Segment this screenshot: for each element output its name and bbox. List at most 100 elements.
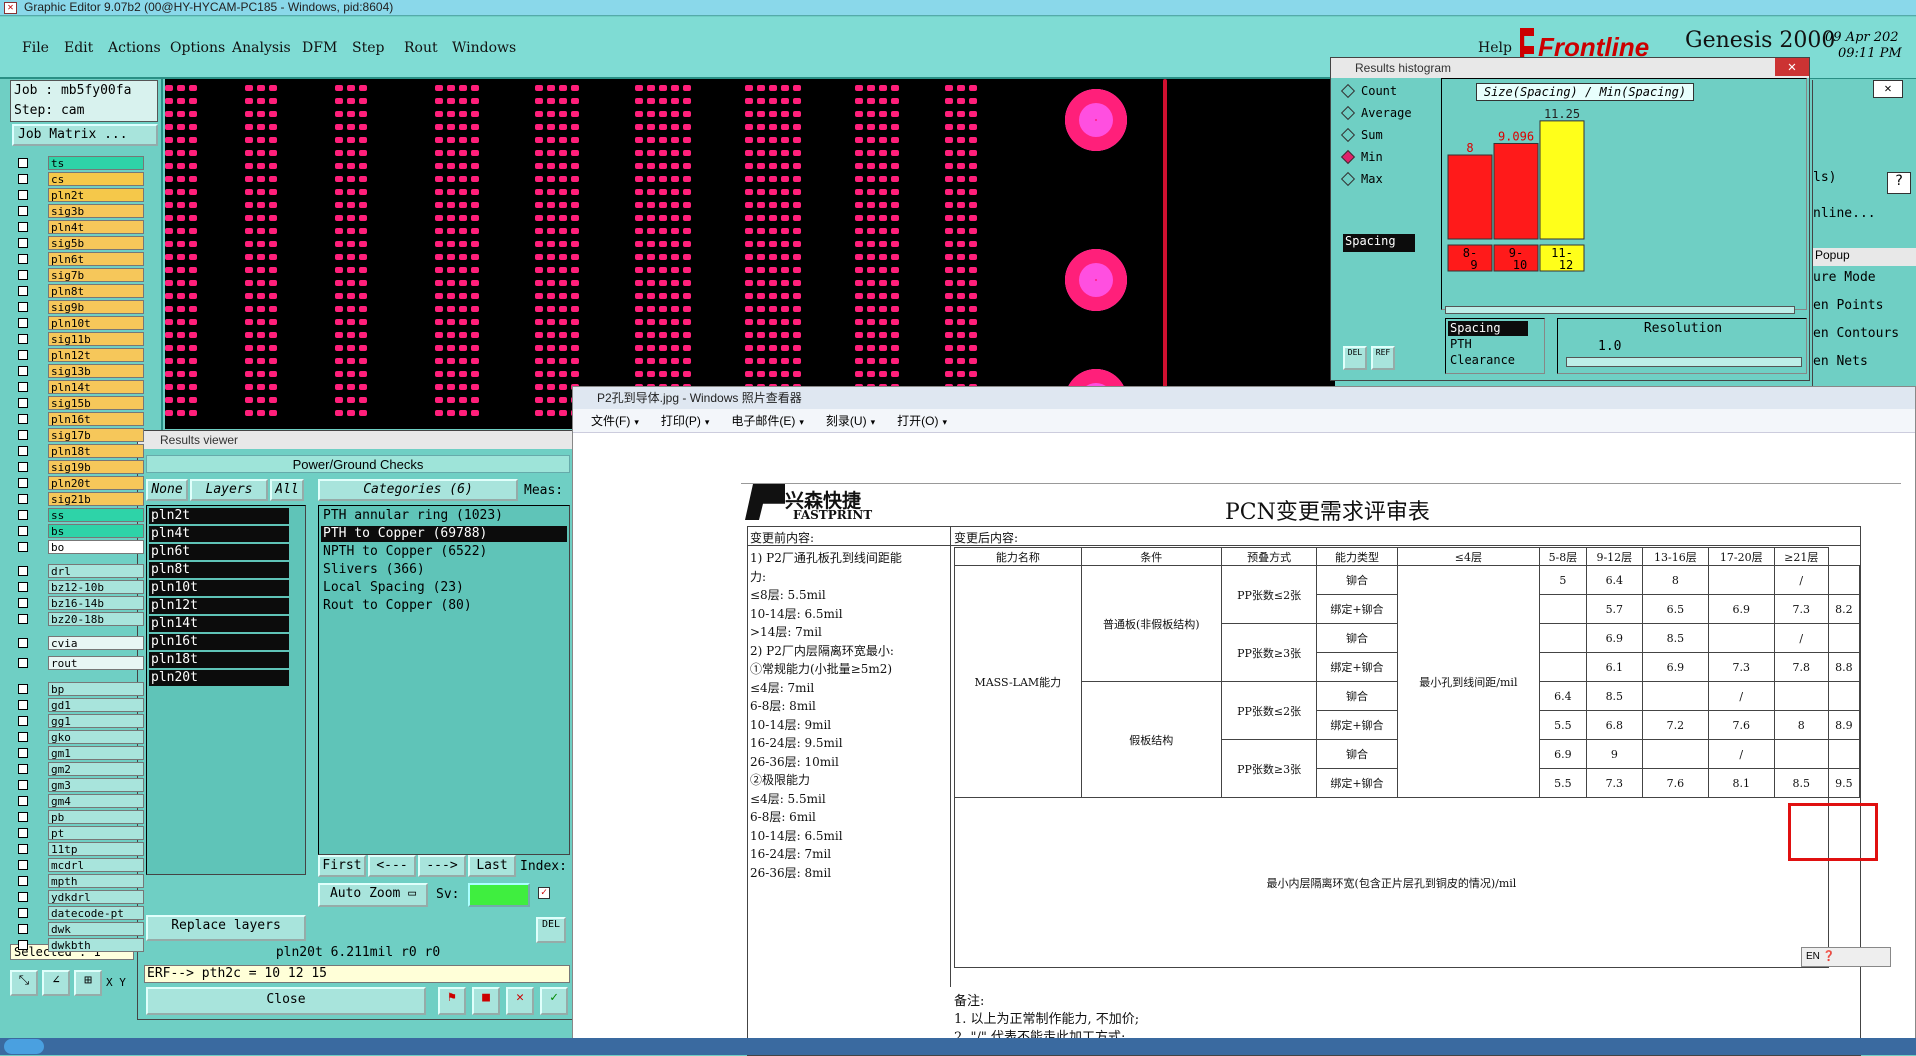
layer-checkbox[interactable]	[18, 700, 28, 710]
layer-name[interactable]: sig9b	[48, 300, 144, 314]
layer-checkbox[interactable]	[18, 334, 28, 344]
photo-menu-item[interactable]: 打印(P)	[661, 409, 701, 433]
layer-checkbox[interactable]	[18, 430, 28, 440]
layer-checkbox[interactable]	[18, 924, 28, 934]
layer-row[interactable]: pln6t	[14, 252, 144, 266]
layer-name[interactable]: pln20t	[48, 476, 144, 490]
result-layer-item[interactable]: pln20t	[149, 670, 289, 686]
layer-checkbox[interactable]	[18, 732, 28, 742]
layer-name[interactable]: cs	[48, 172, 144, 186]
misc-layer-row[interactable]: bp	[14, 682, 144, 696]
layer-row[interactable]: sig19b	[14, 460, 144, 474]
start-icon[interactable]	[4, 1039, 44, 1054]
misc-layer-row[interactable]: gd1	[14, 698, 144, 712]
layer-checkbox[interactable]	[18, 828, 28, 838]
layer-name[interactable]: mpth	[48, 874, 144, 888]
layer-row[interactable]: pln8t	[14, 284, 144, 298]
result-layer-item[interactable]: pln10t	[149, 580, 289, 596]
layer-checkbox[interactable]	[18, 526, 28, 536]
menu-step[interactable]: Step	[352, 40, 384, 56]
layer-name[interactable]: gm3	[48, 778, 144, 792]
nav-button[interactable]: First	[318, 855, 366, 877]
menu-options[interactable]: Options	[170, 40, 225, 56]
menu-rout[interactable]: Rout	[404, 40, 438, 56]
layer-checkbox[interactable]	[18, 350, 28, 360]
nav-button[interactable]: Last	[468, 855, 516, 877]
layer-checkbox[interactable]	[18, 582, 28, 592]
radio-icon[interactable]	[1340, 171, 1356, 187]
layer-checkbox[interactable]	[18, 238, 28, 248]
layer-name[interactable]: sig11b	[48, 332, 144, 346]
layer-name[interactable]: rout	[48, 656, 144, 670]
layer-name[interactable]: bo	[48, 540, 144, 554]
histogram-bar[interactable]	[1539, 120, 1585, 240]
all-button[interactable]: All	[270, 479, 304, 501]
radio-icon[interactable]	[1340, 149, 1356, 165]
popup-item[interactable]: en Points	[1813, 298, 1883, 313]
histogram-bar[interactable]	[1493, 142, 1539, 240]
layer-checkbox[interactable]	[18, 398, 28, 408]
layer-checkbox[interactable]	[18, 764, 28, 774]
misc-layer-row[interactable]: gm3	[14, 778, 144, 792]
result-layer-item[interactable]: pln14t	[149, 616, 289, 632]
layer-checkbox[interactable]	[18, 542, 28, 552]
hist-option-count[interactable]: Count	[1340, 82, 1423, 102]
misc-layer-row[interactable]: dwkbth	[14, 938, 144, 952]
help-icon[interactable]: ?	[1887, 172, 1911, 194]
layer-row[interactable]: sig13b	[14, 364, 144, 378]
layer-row[interactable]: bo	[14, 540, 144, 554]
photo-menu-item[interactable]: 刻录(U)	[826, 409, 867, 433]
misc-layer-row[interactable]: pb	[14, 810, 144, 824]
help-menu[interactable]: Help	[1478, 40, 1512, 56]
layer-checkbox[interactable]	[18, 510, 28, 520]
layer-checkbox[interactable]	[18, 844, 28, 854]
layer-name[interactable]: gm1	[48, 746, 144, 760]
layer-name[interactable]: pln10t	[48, 316, 144, 330]
layer-row[interactable]: ss	[14, 508, 144, 522]
menu-actions[interactable]: Actions	[108, 40, 161, 56]
spacing-list-item[interactable]: Spacing	[1343, 234, 1415, 252]
layer-name[interactable]: bz16-14b	[48, 596, 144, 610]
none-button[interactable]: None	[146, 479, 188, 501]
misc-layer-row[interactable]: 11tp	[14, 842, 144, 856]
other-layer-row[interactable]: rout	[14, 656, 144, 670]
layer-checkbox[interactable]	[18, 174, 28, 184]
misc-layer-row[interactable]: mpth	[14, 874, 144, 888]
layer-name[interactable]: 11tp	[48, 842, 144, 856]
job-matrix-button[interactable]: Job Matrix ...	[12, 124, 158, 146]
popup-item[interactable]: en Contours	[1813, 326, 1899, 341]
radio-icon[interactable]	[1340, 127, 1356, 143]
resolution-slider[interactable]	[1566, 357, 1802, 367]
layer-row[interactable]: cs	[14, 172, 144, 186]
layer-name[interactable]: bz20-18b	[48, 612, 144, 626]
zoom-icon[interactable]: ⤡	[10, 970, 38, 996]
layer-name[interactable]: pln2t	[48, 188, 144, 202]
layer-row[interactable]: sig3b	[14, 204, 144, 218]
layer-row[interactable]: pln12t	[14, 348, 144, 362]
layer-name[interactable]: dwk	[48, 922, 144, 936]
layer-name[interactable]: ts	[48, 156, 144, 170]
nav-button[interactable]: --->	[418, 855, 466, 877]
hist-scrollbar[interactable]	[1445, 306, 1795, 314]
drill-layer-row[interactable]: bz20-18b	[14, 612, 144, 626]
layer-name[interactable]: pln8t	[48, 284, 144, 298]
layer-checkbox[interactable]	[18, 190, 28, 200]
menu-file[interactable]: File	[22, 40, 49, 56]
layer-checkbox[interactable]	[18, 206, 28, 216]
menu-edit[interactable]: Edit	[64, 40, 93, 56]
layer-name[interactable]: pln14t	[48, 380, 144, 394]
layer-row[interactable]: pln16t	[14, 412, 144, 426]
hist-option-min[interactable]: Min	[1340, 148, 1423, 168]
layer-row[interactable]: bs	[14, 524, 144, 538]
layer-name[interactable]: gko	[48, 730, 144, 744]
hist-option-average[interactable]: Average	[1340, 104, 1423, 124]
layer-name[interactable]: sig7b	[48, 268, 144, 282]
popup-item[interactable]: en Nets	[1813, 354, 1868, 369]
layer-name[interactable]: gm4	[48, 794, 144, 808]
misc-layer-row[interactable]: dwk	[14, 922, 144, 936]
result-layer-item[interactable]: pln2t	[149, 508, 289, 524]
layer-name[interactable]: pt	[48, 826, 144, 840]
graphics-canvas[interactable]	[165, 79, 1335, 429]
category-item[interactable]: Slivers (366)	[321, 562, 567, 578]
layer-name[interactable]: pb	[48, 810, 144, 824]
